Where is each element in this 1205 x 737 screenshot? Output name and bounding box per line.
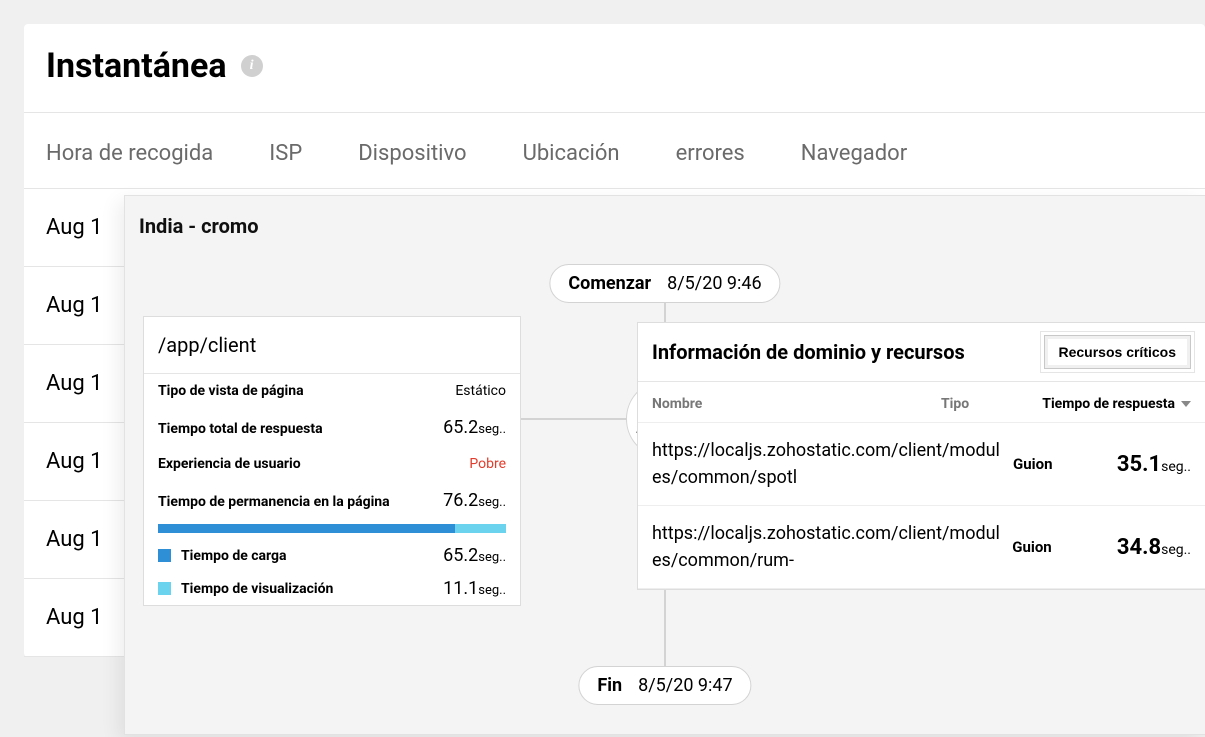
resources-table-header: Nombre Tipo Tiempo de respuesta <box>638 382 1205 423</box>
resource-response: 34.8seg.. <box>1062 535 1191 560</box>
stat-label: Tipo de vista de página <box>158 383 304 399</box>
legend-view-time: Tiempo de visualización 11.1seg.. <box>144 572 520 605</box>
timeline-start-value: 8/5/20 9:46 <box>667 273 762 294</box>
tab-isp[interactable]: ISP <box>269 141 302 166</box>
domain-resources-card: Información de dominio y recursos Recurs… <box>637 322 1205 590</box>
stat-value: Estático <box>455 383 506 399</box>
resource-response: 35.1seg.. <box>1063 452 1191 477</box>
stat-label: Tiempo de permanencia en la página <box>158 494 390 510</box>
stat-value: 65.2seg.. <box>443 417 506 438</box>
legend-label: Tiempo de carga <box>181 548 287 564</box>
tabs-row: Hora de recogida ISP Dispositivo Ubicaci… <box>24 113 1205 189</box>
stat-label: Experiencia de usuario <box>158 456 301 472</box>
timeline-start-pill: Comenzar 8/5/20 9:46 <box>549 264 780 303</box>
swatch-view-icon <box>158 582 171 595</box>
column-name[interactable]: Nombre <box>652 396 941 412</box>
page-title: Instantánea <box>46 46 227 86</box>
detail-panel: India - cromo Comenzar 8/5/20 9:46 9:46 … <box>124 195 1205 735</box>
tab-location[interactable]: Ubicación <box>523 141 620 166</box>
info-icon[interactable]: i <box>241 55 263 77</box>
legend-load-time: Tiempo de carga 65.2seg.. <box>144 539 520 572</box>
tab-device[interactable]: Dispositivo <box>358 141 466 166</box>
timeline-end-value: 8/5/20 9:47 <box>638 675 733 696</box>
swatch-load-icon <box>158 549 171 562</box>
tab-collection-time[interactable]: Hora de recogida <box>46 141 213 166</box>
detail-header: India - cromo <box>125 196 1205 258</box>
resource-type: Guion <box>1012 538 1062 556</box>
resource-type: Guion <box>1013 455 1063 473</box>
stat-label: Tiempo total de respuesta <box>158 421 323 437</box>
page-path: /app/client <box>144 317 520 374</box>
page-title-wrap: Instantánea i <box>24 46 1205 113</box>
bar-segment-view <box>455 524 506 533</box>
stat-page-view-type: Tipo de vista de página Estático <box>144 374 520 408</box>
domain-resources-title: Información de dominio y recursos <box>652 340 965 364</box>
critical-resources-button[interactable]: Recursos críticos <box>1044 335 1192 369</box>
stat-user-experience: Experiencia de usuario Pobre <box>144 447 520 481</box>
legend-value: 11.1seg.. <box>443 578 506 599</box>
timeline-end-label: Fin <box>597 675 622 696</box>
legend-value: 65.2seg.. <box>443 545 506 566</box>
connector-left <box>520 418 627 420</box>
dwell-time-bar-bg <box>158 524 506 533</box>
stat-dwell-time: Tiempo de permanencia en la página 76.2s… <box>144 481 520 520</box>
domain-resources-header: Información de dominio y recursos Recurs… <box>638 323 1205 382</box>
tab-errors[interactable]: errores <box>676 141 745 166</box>
bar-segment-load <box>158 524 455 533</box>
resource-name: https://localjs.zohostatic.com/client/mo… <box>652 437 1013 491</box>
page-metrics-card: /app/client Tipo de vista de página Está… <box>143 316 521 606</box>
column-response[interactable]: Tiempo de respuesta <box>1011 396 1191 412</box>
resource-row[interactable]: https://localjs.zohostatic.com/client/mo… <box>638 423 1205 506</box>
stat-value: 76.2seg.. <box>443 490 506 511</box>
legend-label: Tiempo de visualización <box>181 581 333 597</box>
column-type[interactable]: Tipo <box>941 396 1011 412</box>
resource-name: https://localjs.zohostatic.com/client/mo… <box>652 520 1012 574</box>
timeline-start-label: Comenzar <box>568 273 651 294</box>
timeline-end-pill: Fin 8/5/20 9:47 <box>578 666 751 705</box>
sort-desc-icon <box>1181 401 1191 407</box>
resource-row[interactable]: https://localjs.zohostatic.com/client/mo… <box>638 506 1205 589</box>
stat-value-poor: Pobre <box>469 456 506 472</box>
tab-browser[interactable]: Navegador <box>801 141 907 166</box>
stat-total-response: Tiempo total de respuesta 65.2seg.. <box>144 408 520 447</box>
dwell-time-bar <box>144 520 520 539</box>
